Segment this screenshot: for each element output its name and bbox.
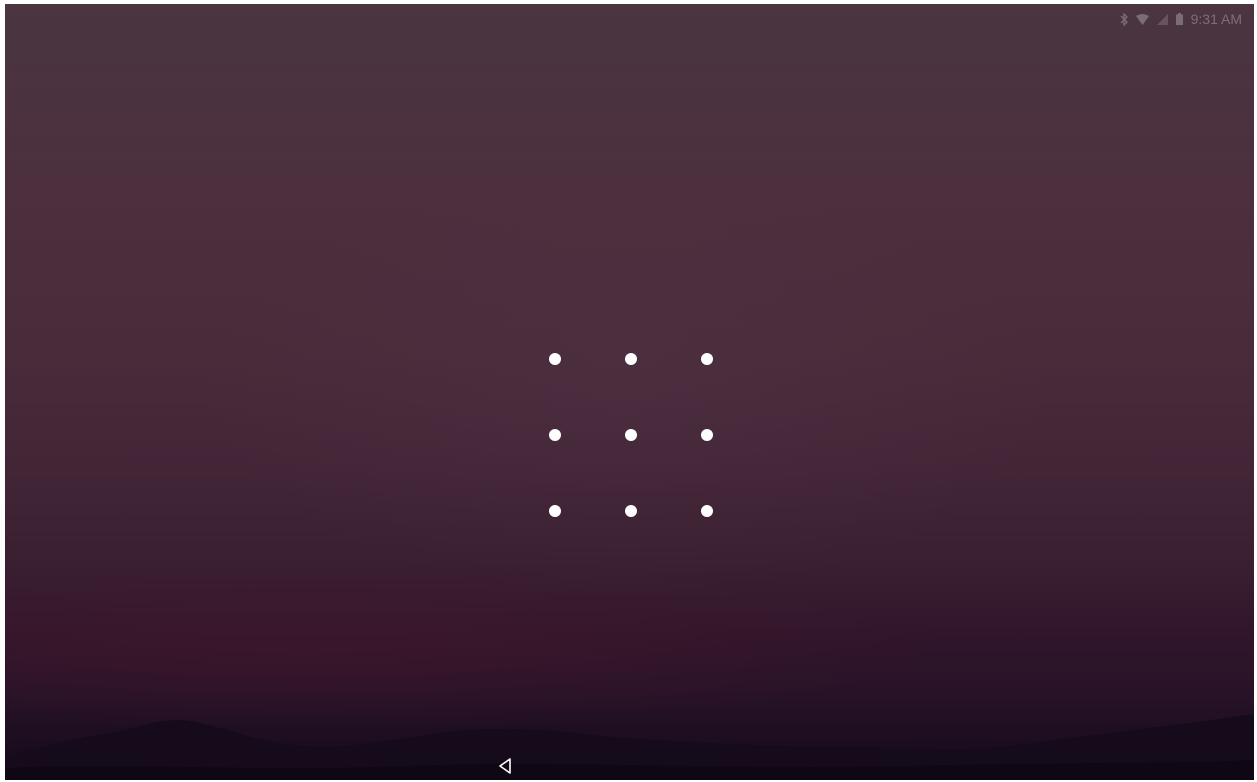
pattern-dot-7[interactable] bbox=[549, 505, 561, 517]
pattern-dot-6[interactable] bbox=[701, 429, 713, 441]
pattern-dot-8[interactable] bbox=[625, 505, 637, 517]
status-bar: 9:31 AM bbox=[1120, 10, 1242, 28]
status-time: 9:31 AM bbox=[1190, 11, 1242, 27]
pattern-dot-2[interactable] bbox=[625, 353, 637, 365]
lock-screen: 9:31 AM bbox=[5, 4, 1254, 780]
battery-icon bbox=[1175, 13, 1183, 25]
pattern-lock-grid[interactable] bbox=[545, 349, 717, 521]
pattern-dot-9[interactable] bbox=[701, 505, 713, 517]
pattern-dot-3[interactable] bbox=[701, 353, 713, 365]
bluetooth-icon bbox=[1120, 12, 1128, 26]
pattern-dot-5[interactable] bbox=[625, 429, 637, 441]
pattern-dot-4[interactable] bbox=[549, 429, 561, 441]
signal-icon bbox=[1156, 13, 1168, 25]
mountain-silhouette bbox=[5, 714, 1254, 780]
pattern-dot-1[interactable] bbox=[549, 353, 561, 365]
wifi-icon bbox=[1135, 13, 1149, 25]
back-icon[interactable] bbox=[496, 756, 516, 776]
